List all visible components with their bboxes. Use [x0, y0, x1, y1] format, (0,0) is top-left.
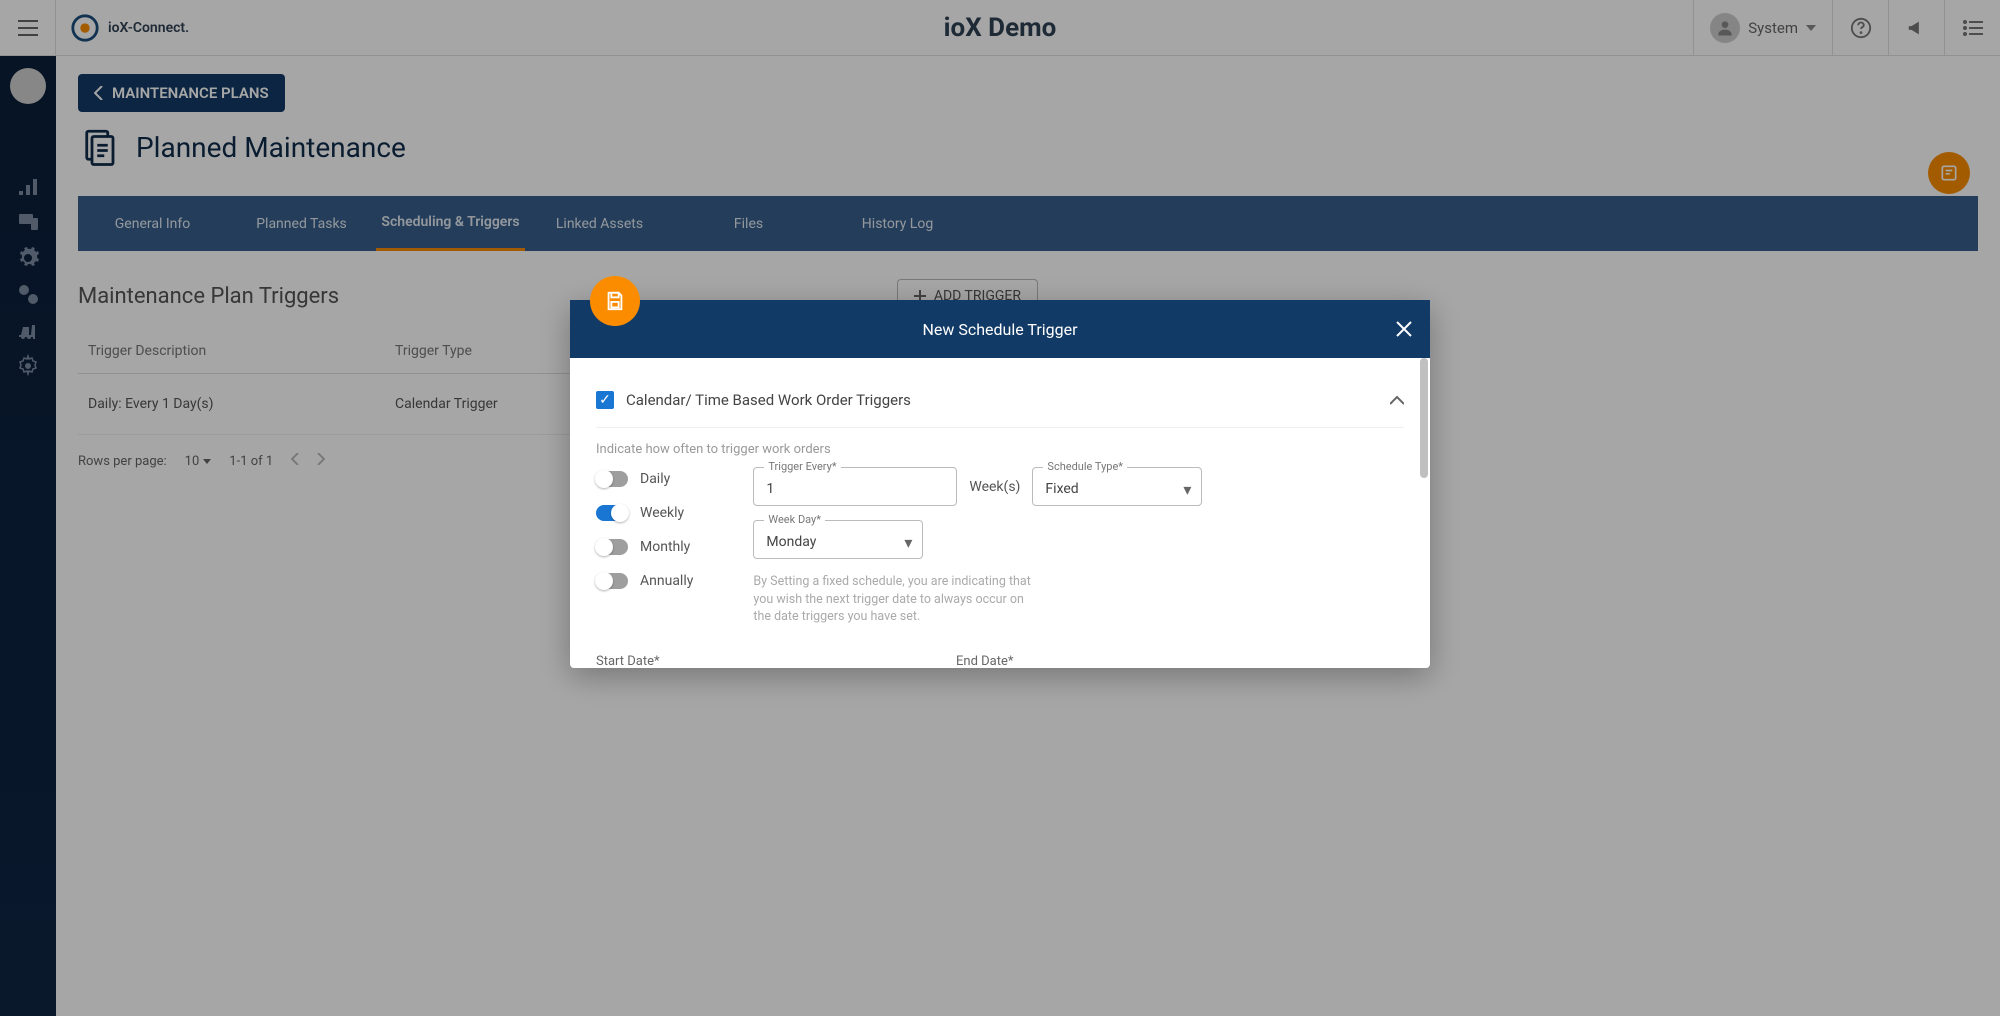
trigger-every-input[interactable] — [766, 481, 944, 497]
switch-icon — [596, 505, 628, 521]
save-button[interactable] — [590, 276, 640, 326]
toggle-daily[interactable]: Daily — [596, 471, 693, 487]
new-schedule-trigger-modal: New Schedule Trigger ✓ Calendar/ Time Ba… — [570, 300, 1430, 668]
accordion-title: Calendar/ Time Based Work Order Triggers — [626, 391, 911, 409]
accordion-header[interactable]: ✓ Calendar/ Time Based Work Order Trigge… — [596, 380, 1404, 428]
switch-icon — [596, 539, 628, 555]
chevron-down-icon: ▾ — [904, 533, 912, 552]
modal-title: New Schedule Trigger — [922, 320, 1077, 339]
toggle-monthly[interactable]: Monthly — [596, 539, 693, 555]
chevron-down-icon: ▾ — [1183, 480, 1191, 499]
close-button[interactable] — [1396, 318, 1412, 342]
checkbox-calendar-triggers[interactable]: ✓ — [596, 391, 614, 409]
save-icon — [604, 290, 626, 312]
start-date-label: Start Date* — [596, 654, 796, 669]
schedule-type-select[interactable]: Schedule Type* Fixed ▾ — [1032, 467, 1202, 506]
frequency-hint: Indicate how often to trigger work order… — [596, 442, 1404, 457]
chevron-up-icon — [1390, 390, 1404, 409]
modal-scrollbar[interactable] — [1420, 358, 1428, 478]
toggle-weekly[interactable]: Weekly — [596, 505, 693, 521]
trigger-every-unit: Week(s) — [969, 479, 1020, 495]
close-icon — [1396, 321, 1412, 337]
switch-icon — [596, 471, 628, 487]
trigger-every-field[interactable]: Trigger Every* — [753, 467, 957, 506]
end-date-label: End Date* — [956, 654, 1156, 669]
switch-icon — [596, 573, 628, 589]
week-day-select[interactable]: Week Day* Monday ▾ — [753, 520, 923, 559]
schedule-type-help: By Setting a fixed schedule, you are ind… — [753, 573, 1043, 626]
toggle-annually[interactable]: Annually — [596, 573, 693, 589]
